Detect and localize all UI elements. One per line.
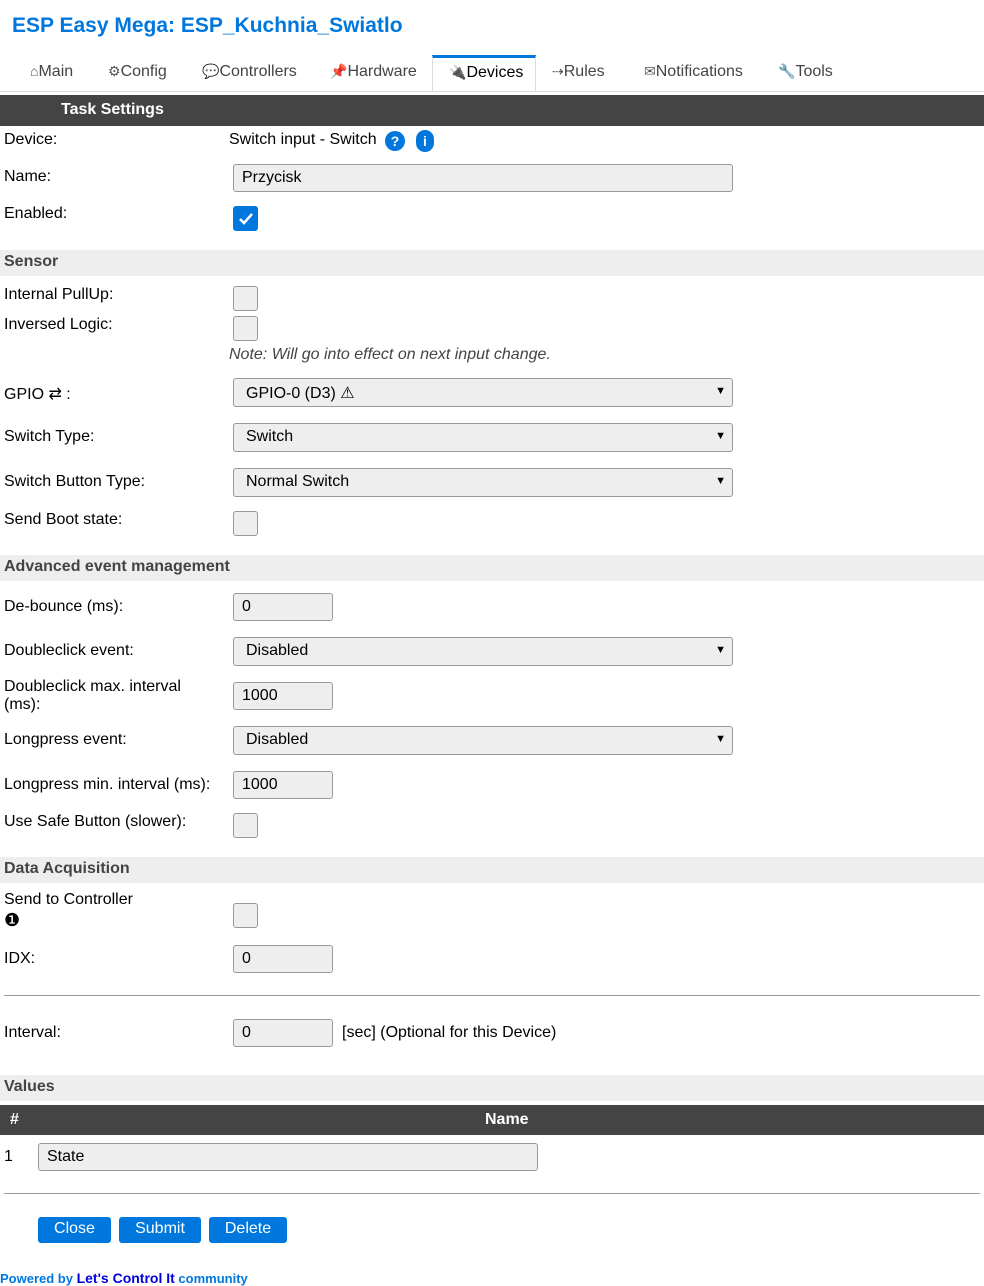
tab-config[interactable]: ⚙Config (108, 55, 167, 91)
speech-bubble-icon: 💬 (202, 63, 220, 79)
values-table-header: # Name (0, 1105, 984, 1135)
longpress-select[interactable]: Disabled ▼ (233, 726, 733, 755)
name-label: Name: (4, 168, 52, 185)
longpress-label: Longpress event: (4, 731, 127, 748)
tab-controllers[interactable]: 💬Controllers (202, 55, 297, 91)
value-row-num: 1 (4, 1148, 13, 1165)
enabled-checkbox[interactable] (233, 206, 258, 231)
interval-label: Interval: (4, 1024, 61, 1041)
footer-brand-link[interactable]: Let's Control It (77, 1270, 175, 1286)
close-button[interactable]: Close (38, 1217, 111, 1243)
tab-rules[interactable]: ⇢Rules (552, 55, 605, 91)
dropdown-arrow-icon: ▼ (715, 385, 726, 397)
divider (4, 995, 980, 996)
controller-number-icon: ❶ (4, 910, 21, 930)
lp-interval-label: Longpress min. interval (ms): (4, 776, 211, 793)
tab-hardware[interactable]: 📌Hardware (330, 55, 417, 91)
page-title: ESP Easy Mega: ESP_Kuchnia_Swiatlo (12, 14, 403, 37)
divider (4, 1193, 980, 1194)
footer: Powered by Let's Control It community (0, 1270, 248, 1286)
dropdown-arrow-icon: ▼ (715, 430, 726, 442)
sensor-section-header: Sensor (0, 250, 984, 276)
submit-button[interactable]: Submit (119, 1217, 201, 1243)
delete-button[interactable]: Delete (209, 1217, 287, 1243)
advanced-section-header: Advanced event management (0, 555, 984, 581)
col-num-header: # (10, 1111, 19, 1128)
acquisition-section-header: Data Acquisition (0, 857, 984, 883)
plug-icon: 🔌 (449, 64, 467, 80)
tab-devices[interactable]: 🔌Devices (432, 55, 536, 92)
checkmark-icon (239, 213, 253, 225)
arrow-right-icon: ⇢ (552, 63, 564, 79)
values-section-header: Values (0, 1075, 984, 1101)
send-controller-checkbox[interactable] (233, 903, 258, 928)
value-name-input[interactable] (38, 1143, 538, 1171)
button-type-select[interactable]: Normal Switch ▼ (233, 468, 733, 497)
interval-suffix: [sec] (Optional for this Device) (342, 1024, 557, 1041)
tab-notifications[interactable]: ✉Notifications (644, 55, 743, 91)
wrench-icon: 🔧 (778, 63, 796, 79)
inversed-label: Inversed Logic: (4, 316, 113, 333)
gear-icon: ⚙ (108, 63, 121, 79)
gpio-select[interactable]: GPIO-0 (D3) ⚠ ▼ (233, 378, 733, 407)
col-name-header: Name (485, 1111, 529, 1128)
boot-state-label: Send Boot state: (4, 511, 123, 528)
debounce-label: De-bounce (ms): (4, 598, 124, 615)
send-controller-label: Send to Controller (4, 891, 133, 908)
doubleclick-select[interactable]: Disabled ▼ (233, 637, 733, 666)
device-label: Device: (4, 131, 58, 148)
idx-label: IDX: (4, 950, 36, 967)
dc-interval-label-line2: (ms): (4, 696, 41, 713)
tab-main[interactable]: ⌂Main (30, 55, 73, 91)
gpio-label: GPIO ⇄ : (4, 386, 71, 403)
safe-button-label: Use Safe Button (slower): (4, 813, 187, 830)
info-icon[interactable]: i (416, 130, 434, 152)
task-settings-header: Task Settings (0, 95, 984, 126)
dropdown-arrow-icon: ▼ (715, 733, 726, 745)
idx-input[interactable] (233, 945, 333, 973)
inversed-note: Note: Will go into effect on next input … (229, 346, 551, 363)
switch-type-select[interactable]: Switch ▼ (233, 423, 733, 452)
dc-interval-label-line1: Doubleclick max. interval (4, 678, 181, 695)
debounce-input[interactable] (233, 593, 333, 621)
name-input[interactable] (233, 164, 733, 192)
inversed-checkbox[interactable] (233, 316, 258, 341)
dropdown-arrow-icon: ▼ (715, 475, 726, 487)
help-icon[interactable]: ? (385, 131, 405, 151)
tab-divider (0, 91, 984, 92)
tab-tools[interactable]: 🔧Tools (778, 55, 833, 91)
safe-button-checkbox[interactable] (233, 813, 258, 838)
pullup-label: Internal PullUp: (4, 286, 114, 303)
dropdown-arrow-icon: ▼ (715, 644, 726, 656)
boot-state-checkbox[interactable] (233, 511, 258, 536)
switch-type-label: Switch Type: (4, 428, 95, 445)
envelope-icon: ✉ (644, 63, 656, 79)
dc-interval-input[interactable] (233, 682, 333, 710)
doubleclick-label: Doubleclick event: (4, 642, 134, 659)
device-value: Switch input - Switch (229, 131, 377, 148)
pin-icon: 📌 (330, 63, 348, 79)
enabled-label: Enabled: (4, 205, 68, 222)
interval-input[interactable] (233, 1019, 333, 1047)
pullup-checkbox[interactable] (233, 286, 258, 311)
lp-interval-input[interactable] (233, 771, 333, 799)
button-type-label: Switch Button Type: (4, 473, 146, 490)
